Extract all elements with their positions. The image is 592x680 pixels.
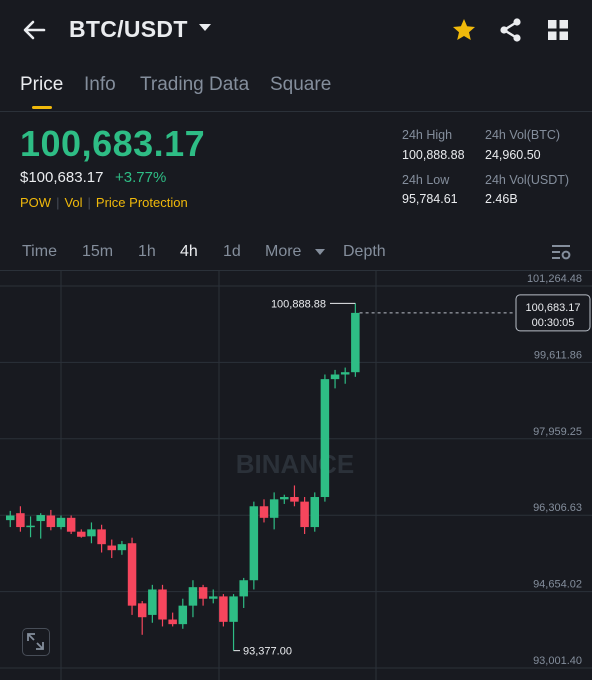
countdown-label: 00:30:05 — [532, 317, 575, 329]
high-label: 24h High — [402, 128, 453, 142]
candle-body — [158, 589, 167, 620]
price-change-percent: +3.77% — [115, 169, 167, 186]
tab-square[interactable]: Square — [270, 74, 331, 96]
timeframe-15m[interactable]: 15m — [82, 243, 113, 261]
tag-separator: | — [56, 195, 60, 210]
star-icon[interactable] — [451, 17, 477, 43]
high-value: 100,888.88 — [402, 148, 465, 162]
candle-body — [148, 589, 157, 615]
candle-body — [56, 517, 66, 528]
candle-body — [36, 515, 45, 522]
candle-body — [209, 596, 218, 599]
trading-pair-title[interactable]: BTC/USDT — [69, 16, 188, 43]
chart-settings-icon[interactable] — [551, 243, 571, 261]
y-tick-label: 97,959.25 — [533, 426, 582, 438]
candle-body — [6, 515, 15, 521]
usd-price: $100,683.17 — [20, 169, 104, 186]
tag-pow[interactable]: POW — [20, 195, 51, 210]
vol-btc-value: 24,960.50 — [485, 148, 541, 162]
tab-trading-data[interactable]: Trading Data — [140, 74, 249, 96]
candle-body — [280, 497, 289, 500]
last-price-label: 100,683.17 — [525, 302, 580, 314]
dropdown-caret-icon[interactable] — [199, 24, 211, 31]
candle-body — [178, 605, 188, 625]
candle-body — [137, 603, 147, 618]
candle-body — [46, 515, 56, 528]
candle-body — [77, 531, 86, 537]
tab-info[interactable]: Info — [84, 74, 116, 96]
timeframe-more[interactable]: More — [265, 243, 301, 261]
y-tick-label: 93,001.40 — [533, 655, 582, 667]
vol-usdt-label: 24h Vol(USDT) — [485, 173, 570, 187]
candle-body — [320, 379, 330, 498]
candle-body — [249, 506, 259, 581]
tag-price-protection[interactable]: Price Protection — [96, 195, 188, 210]
candle-body — [310, 497, 319, 528]
candle-body — [188, 587, 198, 606]
candle-body — [198, 587, 208, 599]
tag-separator: | — [87, 195, 91, 210]
candle-body — [259, 506, 269, 518]
candle-body — [87, 529, 96, 537]
candlestick-chart[interactable]: BINANCE 101,264.48 99,611.86 97,959.25 96,3… — [0, 270, 592, 680]
low-value: 95,784.61 — [402, 192, 458, 206]
timeframe-4h[interactable]: 4h — [180, 243, 198, 261]
tag-vol[interactable]: Vol — [64, 195, 82, 210]
timeframe-depth[interactable]: Depth — [343, 243, 386, 261]
candle-body — [239, 580, 248, 597]
y-axis-labels: 101,264.48 99,611.86 97,959.25 96,306.63 94,… — [527, 273, 582, 667]
high-marker-label: 100,888.88 — [271, 298, 326, 310]
candle-body — [26, 525, 35, 528]
timeframe-time[interactable]: Time — [22, 243, 57, 261]
y-tick-label: 99,611.86 — [534, 349, 582, 361]
share-icon[interactable] — [498, 17, 524, 43]
candle-body — [269, 499, 279, 518]
candle-body — [330, 374, 340, 380]
candle-body — [340, 372, 350, 375]
candle-body — [290, 497, 299, 502]
tag-row: POW | Vol | Price Protection — [20, 195, 188, 210]
candle-body — [351, 312, 360, 373]
expand-icon — [27, 633, 44, 650]
candle-body — [219, 596, 228, 622]
y-tick-label: 96,306.63 — [533, 502, 582, 514]
more-caret-icon[interactable] — [315, 249, 325, 255]
active-tab-indicator — [32, 106, 52, 109]
candle-body — [16, 513, 25, 528]
timeframe-1h[interactable]: 1h — [138, 243, 156, 261]
candle-body — [229, 596, 238, 622]
divider — [0, 111, 592, 112]
candle-body — [97, 529, 106, 545]
watermark: BINANCE — [236, 449, 354, 479]
vol-usdt-value: 2.46B — [485, 192, 518, 206]
candle-body — [168, 619, 177, 625]
low-marker-label: 93,377.00 — [243, 646, 292, 658]
tab-price[interactable]: Price — [20, 74, 63, 96]
candle-body — [300, 501, 309, 528]
candle-body — [66, 517, 76, 532]
candle-body — [117, 544, 127, 551]
candle-body — [107, 545, 116, 551]
timeframe-1d[interactable]: 1d — [223, 243, 241, 261]
top-bar: BTC/USDT — [0, 0, 592, 60]
vol-btc-label: 24h Vol(BTC) — [485, 128, 561, 142]
candle-body — [127, 543, 137, 606]
y-tick-label: 101,264.48 — [527, 273, 582, 285]
low-label: 24h Low — [402, 173, 450, 187]
expand-chart-button[interactable] — [22, 628, 50, 656]
grid-icon[interactable] — [545, 17, 571, 43]
back-arrow-icon[interactable] — [20, 16, 48, 44]
last-price: 100,683.17 — [20, 123, 206, 164]
y-tick-label: 94,654.02 — [533, 579, 582, 591]
